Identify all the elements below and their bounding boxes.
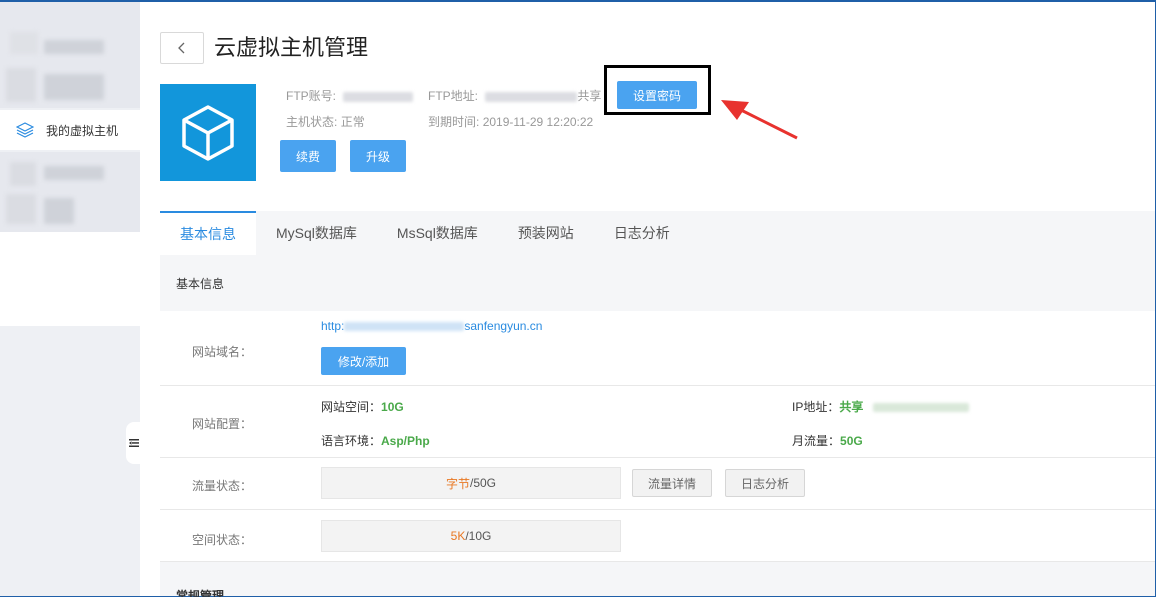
tab-mysql[interactable]: MySql数据库 xyxy=(256,211,377,255)
tab-basic-info[interactable]: 基本信息 xyxy=(160,211,256,255)
page-title: 云虚拟主机管理 xyxy=(214,35,369,60)
domain-link-suffix[interactable]: sanfengyun.cn xyxy=(464,319,542,333)
tab-bar: 基本信息 MySql数据库 MsSql数据库 预装网站 日志分析 xyxy=(160,211,1155,255)
tab-log-analysis[interactable]: 日志分析 xyxy=(594,211,690,255)
main-content: 云虚拟主机管理 FTP账号: FTP地址: 共享 主机状态: 正常 到期时间: … xyxy=(140,2,1155,597)
sidebar: 我的虚拟主机 xyxy=(0,2,142,596)
tab-preinstalled-sites[interactable]: 预装网站 xyxy=(498,211,594,255)
config-row: 网站配置： 网站空间：10G IP地址：共享 语言环境：Asp/Php 月流量：… xyxy=(160,386,1155,458)
layers-icon xyxy=(16,122,34,138)
traffic-value: 50G xyxy=(840,434,863,448)
domain-link-prefix[interactable]: http: xyxy=(321,319,344,333)
ftp-address-label: FTP地址: xyxy=(428,89,478,103)
blurred-label xyxy=(44,166,104,180)
blurred-icon xyxy=(6,194,36,224)
domain-label: 网站域名： xyxy=(191,345,252,359)
traffic-status-label: 流量状态： xyxy=(191,479,252,493)
sidebar-item-label: 我的虚拟主机 xyxy=(46,123,119,138)
ip-config: IP地址：共享 xyxy=(792,398,969,415)
blurred-icon xyxy=(10,32,38,54)
section-title: 基本信息 xyxy=(176,276,225,291)
expire-time: 到期时间: 2019-11-29 12:20:22 xyxy=(428,114,593,130)
traffic-config: 月流量：50G xyxy=(792,432,863,449)
virtual-host-product-icon xyxy=(160,84,256,181)
ftp-address-suffix: 共享 xyxy=(577,89,602,103)
general-management-title: 常规管理 xyxy=(176,589,225,597)
sidebar-blurred-items xyxy=(0,2,140,108)
tab-mssql[interactable]: MsSql数据库 xyxy=(377,211,498,255)
chevron-left-icon xyxy=(178,42,185,54)
domain-row: 网站域名： http: sanfengyun.cn 修改/添加 xyxy=(160,311,1155,386)
host-status-label: 主机状态: xyxy=(286,115,338,129)
edit-add-domain-button[interactable]: 修改/添加 xyxy=(321,347,406,375)
expire-time-label: 到期时间: xyxy=(428,115,480,129)
annotation-highlight-box xyxy=(604,65,711,115)
back-button[interactable] xyxy=(160,32,204,64)
traffic-status-row: 流量状态： 字节/50G 流量详情 日志分析 xyxy=(160,458,1155,510)
blurred-icon xyxy=(10,162,36,186)
cube-icon xyxy=(182,104,234,161)
space-config: 网站空间：10G xyxy=(321,398,404,415)
blurred-label xyxy=(44,40,104,54)
domain-value: http: sanfengyun.cn xyxy=(321,319,542,333)
collapse-icon xyxy=(129,439,139,447)
annotation-arrow-icon xyxy=(721,100,798,140)
space-value: 10G xyxy=(381,400,404,414)
blurred-label xyxy=(44,198,74,224)
lang-value: Asp/Php xyxy=(381,434,430,448)
ftp-account-label: FTP账号: xyxy=(286,89,336,103)
renew-button[interactable]: 续费 xyxy=(280,140,336,172)
host-status: 主机状态: 正常 xyxy=(286,114,365,130)
language-config: 语言环境：Asp/Php xyxy=(321,432,430,449)
sidebar-item-my-virtual-host[interactable]: 我的虚拟主机 xyxy=(0,110,140,150)
traffic-used: 字节 xyxy=(445,476,470,491)
ftp-address: FTP地址: 共享 xyxy=(428,88,601,104)
space-status-row: 空间状态： 5K/10G xyxy=(160,510,1155,562)
expire-time-value: 2019-11-29 12:20:22 xyxy=(482,115,594,129)
basic-info-section: 基本信息 网站域名： http: sanfengyun.cn 修改/添加 网站配置… xyxy=(160,255,1155,597)
ip-value: 共享 xyxy=(839,400,864,414)
ftp-account-masked xyxy=(343,91,414,102)
traffic-key: 月流量： xyxy=(792,434,841,448)
ip-key: IP地址： xyxy=(792,400,840,414)
space-total: /10G xyxy=(465,529,492,543)
host-status-value: 正常 xyxy=(340,115,365,129)
ftp-account: FTP账号: xyxy=(286,88,414,104)
sidebar-blurred-items xyxy=(0,152,140,232)
space-usage-meter: 5K/10G xyxy=(321,520,621,552)
traffic-usage-meter: 字节/50G xyxy=(321,467,621,499)
space-status-label: 空间状态： xyxy=(191,533,252,547)
config-label: 网站配置： xyxy=(191,417,252,431)
blurred-icon xyxy=(6,68,36,102)
blurred-label xyxy=(44,74,104,100)
ftp-address-masked xyxy=(485,91,578,102)
space-key: 网站空间： xyxy=(321,400,382,414)
domain-masked xyxy=(344,322,465,332)
space-used: 5K xyxy=(450,529,466,543)
upgrade-button[interactable]: 升级 xyxy=(350,140,406,172)
lang-key: 语言环境： xyxy=(321,434,382,448)
traffic-detail-button[interactable]: 流量详情 xyxy=(632,469,712,497)
ip-masked xyxy=(872,403,969,413)
sidebar-empty-area xyxy=(0,232,140,326)
traffic-total: /50G xyxy=(470,476,497,490)
log-analysis-button[interactable]: 日志分析 xyxy=(725,469,805,497)
